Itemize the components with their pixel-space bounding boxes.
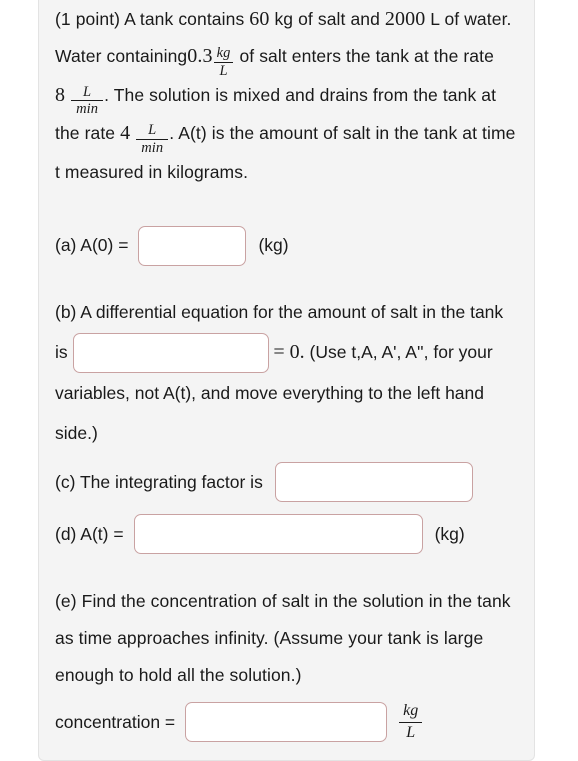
outflow-rate-expression: 4 Lmin [120,122,169,155]
part-b-answer-input[interactable] [72,333,269,374]
outflow-rate-unit-numerator: L [148,122,157,139]
inflow-concentration-expression: 0.3 kg L [187,45,234,78]
inflow-rate-value: 8 [55,83,66,106]
concentration-unit-numerator: kg [216,45,231,62]
outflow-rate-value: 4 [120,122,131,145]
concentration-unit-fraction: kg L [213,45,234,79]
inflow-rate-unit-numerator: L [83,83,92,100]
part-d-answer-input[interactable] [133,514,423,555]
intro-segment-4: of salt enters the tank at the rate [239,46,494,66]
outflow-rate-unit-denominator: min [136,139,169,156]
part-a-unit-label: (kg) [258,235,289,256]
spacer-before-part-a [55,191,518,224]
outflow-rate-unit-fraction: Lmin [136,122,169,156]
part-a-label: (a) A(0) = [55,235,129,256]
salt-mass-value: 60 [249,8,270,30]
part-e-question-text: (e) Find the concentration of salt in th… [55,591,511,686]
part-a-answer-input[interactable] [138,225,247,266]
part-e-answer-input[interactable] [185,702,388,743]
part-e-row: concentration = kg L [55,698,518,746]
problem-statement: (1 point) A tank contains 60 kg of salt … [55,1,518,191]
inflow-rate-expression: 8 Lmin [55,83,104,117]
page-root: (1 point) A tank contains 60 kg of salt … [0,0,578,761]
part-e-unit-numerator: kg [403,701,419,719]
part-d-unit-label: (kg) [434,523,465,544]
spacer-before-part-e [55,557,518,583]
problem-intro-paragraph: (1 point) A tank contains 60 kg of salt … [55,1,518,191]
points-label: (1 point) [55,9,121,29]
part-e-label: concentration = [55,711,176,732]
part-a-row: (a) A(0) = (kg) [55,225,518,266]
part-c-label: (c) The integrating factor is [55,471,263,492]
part-e-unit-fraction: kg L [399,701,423,742]
part-b-equals-zero: = 0. [273,340,305,363]
part-d-label: (d) A(t) = [55,523,124,544]
part-e-text-block: (e) Find the concentration of salt in th… [55,583,518,694]
water-volume-value: 2000 [384,8,426,30]
intro-segment-2: kg of salt and [274,9,380,29]
spacer-before-part-b [55,266,518,292]
inflow-concentration-value: 0.3 [187,45,213,67]
inflow-rate-unit-fraction: Lmin [71,83,104,118]
part-e-unit-denominator: L [399,721,423,742]
intro-segment-1: A tank contains [124,9,245,29]
part-b-block: (b) A differential equation for the amou… [55,292,518,453]
part-c-row: (c) The integrating factor is [55,459,518,505]
inflow-rate-unit-denominator: min [71,100,104,117]
part-c-answer-input[interactable] [274,462,473,503]
concentration-unit-denominator: L [213,61,234,79]
problem-panel: (1 point) A tank contains 60 kg of salt … [38,0,535,761]
part-d-row: (d) A(t) = (kg) [55,511,518,557]
